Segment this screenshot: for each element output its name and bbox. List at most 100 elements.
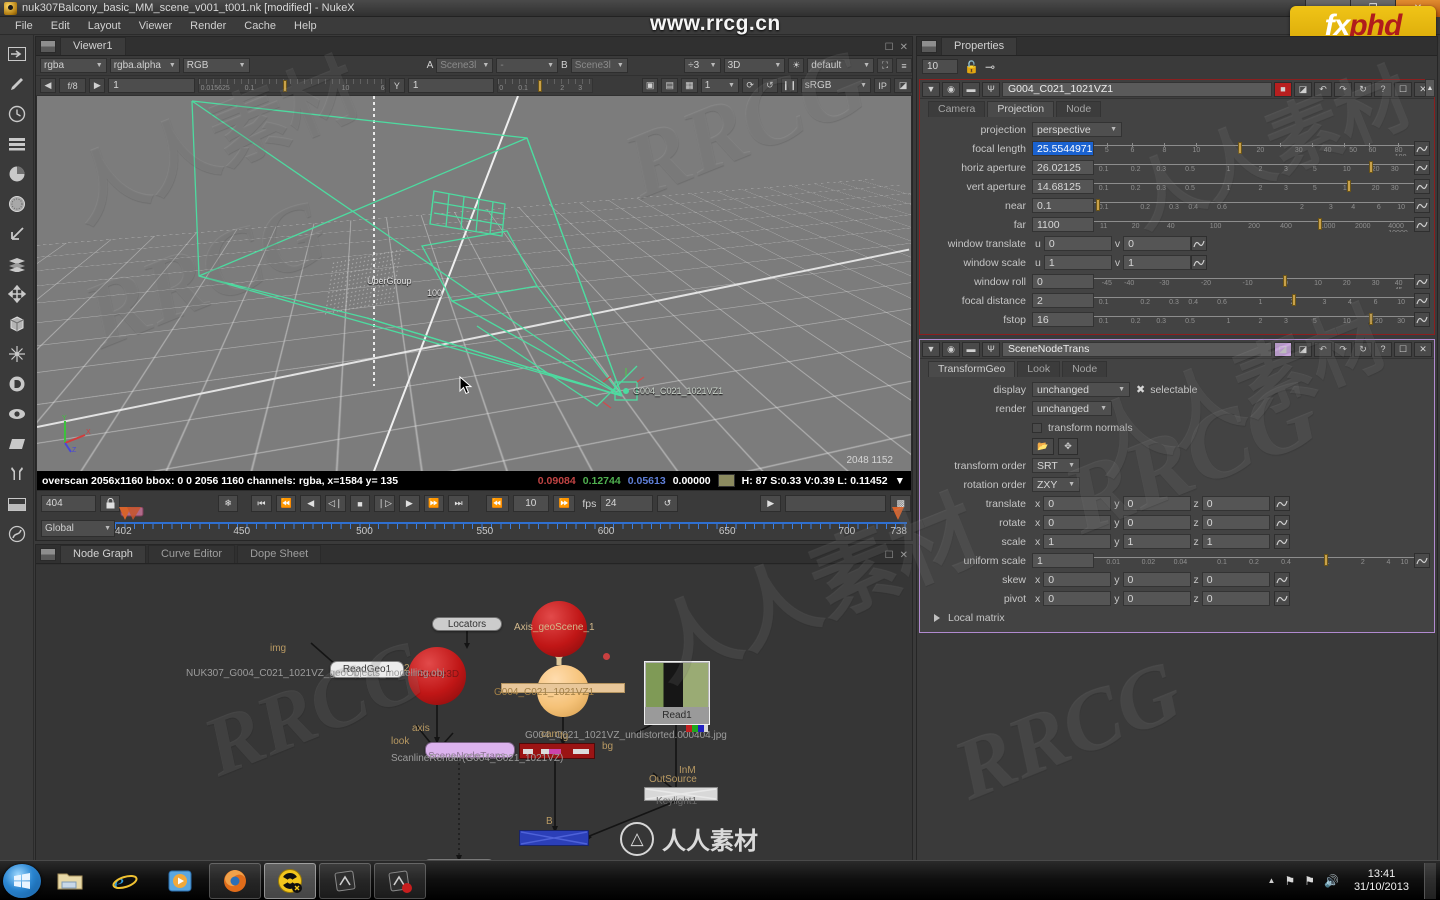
uniform-scale-input[interactable]: 1 — [1032, 553, 1094, 568]
revert-icon[interactable]: ↻ — [1354, 341, 1372, 357]
3d-icon[interactable] — [4, 311, 30, 337]
taskbar-firefox[interactable] — [209, 862, 261, 899]
menu-cache[interactable]: Cache — [235, 19, 285, 33]
window-translate-u-input[interactable]: 0 — [1043, 236, 1112, 251]
tab-look[interactable]: Look — [1017, 361, 1061, 377]
tab-dope-sheet[interactable]: Dope Sheet — [237, 545, 322, 563]
uniform-scale-slider[interactable]: 0.01 0.02 0.04 0.1 0.2 0.4 1 2 4 10 — [1094, 553, 1414, 568]
menu-layout[interactable]: Layout — [79, 19, 130, 33]
translate-y-input[interactable]: 0 — [1122, 496, 1191, 511]
views-icon[interactable] — [4, 401, 30, 427]
gamma-slider[interactable]: 0 0.1 2 3 4 — [497, 78, 594, 93]
skew-y-input[interactable]: 0 — [1122, 572, 1191, 587]
help-icon[interactable]: ? — [1374, 341, 1392, 357]
vert-aperture-slider[interactable]: 0.1 0.2 0.3 0.5 1 2 3 5 10 20 30 — [1094, 179, 1414, 194]
redo-icon[interactable]: ↷ — [1334, 81, 1352, 97]
mask-icon[interactable]: ◪ — [1294, 81, 1312, 97]
window-scale-v-input[interactable]: 1 — [1123, 255, 1192, 270]
viewer-mode-dropdown[interactable]: 3D ▼ — [723, 58, 786, 73]
near-animate-icon[interactable] — [1414, 198, 1430, 213]
current-frame-input[interactable]: 404 — [41, 495, 96, 512]
menu-file[interactable]: File — [6, 19, 42, 33]
skew-x-input[interactable]: 0 — [1043, 572, 1112, 587]
focal-distance-input[interactable]: 2 — [1032, 293, 1094, 308]
status-expand-icon[interactable]: ▼ — [895, 475, 905, 487]
rotation-order-dropdown[interactable]: ZXY ▼ — [1032, 477, 1080, 492]
gain-reset-icon[interactable]: ≡ — [896, 58, 912, 73]
taskbar-clock[interactable]: 13:41 31/10/2013 — [1348, 868, 1415, 894]
clear-properties-icon[interactable]: ⊸ — [985, 60, 995, 74]
stop-button[interactable]: ■ — [349, 495, 371, 512]
transform-icon[interactable] — [4, 281, 30, 307]
network-icon[interactable]: ⚑ — [1284, 874, 1295, 888]
fps-input[interactable]: 24 — [600, 495, 654, 512]
uniform-scale-animate-icon[interactable] — [1414, 553, 1430, 568]
pane-grip-icon[interactable] — [40, 40, 56, 53]
node-color-icon[interactable]: ▬ — [962, 341, 980, 357]
pause-icon[interactable]: ❙❙ — [781, 78, 798, 93]
display-dropdown[interactable]: RGB ▼ — [182, 58, 250, 73]
pivot-x-input[interactable]: 0 — [1043, 591, 1112, 606]
taskbar-explorer[interactable] — [44, 863, 96, 899]
panel-scroll-up-icon[interactable]: ▲ — [1425, 79, 1435, 97]
row-local-matrix[interactable]: Local matrix — [924, 608, 1430, 627]
channel-dropdown[interactable]: rgba.alpha ▼ — [109, 58, 180, 73]
keyer-icon[interactable] — [4, 221, 30, 247]
draw-icon[interactable] — [4, 71, 30, 97]
channel-icon[interactable] — [4, 131, 30, 157]
scale-z-input[interactable]: 1 — [1201, 534, 1270, 549]
expression-icon[interactable]: Ψ — [982, 81, 1000, 97]
merge-icon[interactable] — [4, 251, 30, 277]
taskbar-app-6[interactable] — [374, 862, 426, 899]
last-frame-button[interactable]: ⏭ — [448, 495, 469, 512]
skew-z-input[interactable]: 0 — [1201, 572, 1270, 587]
focal-length-slider[interactable]: 5 6 8 10 20 30 40 50 60 80 100 — [1094, 141, 1414, 156]
camera-node-name[interactable]: G004_C021_1021VZ1 — [1002, 81, 1272, 97]
taskbar-media-player[interactable] — [154, 863, 206, 899]
far-animate-icon[interactable] — [1414, 217, 1430, 232]
taskbar-app-5[interactable] — [319, 862, 371, 899]
step-back-button[interactable]: ◁❘ — [325, 495, 346, 512]
window-roll-input[interactable]: 0 — [1032, 274, 1094, 289]
far-input[interactable]: 1100 — [1032, 217, 1094, 232]
fstop-input[interactable]: 16 — [1032, 312, 1094, 327]
undo-icon[interactable]: ↶ — [1314, 341, 1332, 357]
close-pane-icon[interactable]: ✕ — [900, 42, 908, 53]
revert-icon[interactable]: ↻ — [1354, 81, 1372, 97]
near-slider[interactable]: 0.1 0.2 0.3 0.4 0.6 2 3 4 6 10 — [1094, 198, 1414, 213]
window-scale-animate-icon[interactable] — [1191, 255, 1208, 270]
timeline-playhead[interactable] — [117, 507, 147, 523]
gamma-toggle-button[interactable]: Y — [388, 78, 405, 93]
transform-order-dropdown[interactable]: SRT ▼ — [1032, 458, 1080, 473]
collapse-icon[interactable]: ▼ — [922, 341, 940, 357]
tab-transformgeo[interactable]: TransformGeo — [928, 361, 1016, 377]
close-panel-icon[interactable]: ✕ — [1414, 341, 1432, 357]
layer-dropdown[interactable]: rgba ▼ — [40, 58, 107, 73]
vert-aperture-animate-icon[interactable] — [1414, 179, 1430, 194]
menu-help[interactable]: Help — [285, 19, 326, 33]
disable-node-icon[interactable]: ■ — [1274, 81, 1292, 97]
gain-slider[interactable]: 0.015625 0.1 10 64 — [197, 78, 386, 93]
expression-icon[interactable]: Ψ — [982, 341, 1000, 357]
previous-key-button[interactable]: ⏪ — [275, 495, 297, 512]
ip-button[interactable]: IP — [873, 78, 892, 93]
tab-projection[interactable]: Projection — [987, 101, 1055, 117]
tab-node-2[interactable]: Node — [1062, 361, 1108, 377]
frame-step-forward-button[interactable]: ⏩ — [552, 495, 576, 512]
rotate-z-input[interactable]: 0 — [1201, 515, 1270, 530]
gain-decrease-button[interactable]: ◀ — [40, 78, 56, 93]
proxy-scale-dropdown[interactable]: 1 ▼ — [700, 78, 739, 93]
mask-icon[interactable]: ◪ — [1294, 341, 1312, 357]
scale-y-input[interactable]: 1 — [1122, 534, 1191, 549]
pick-color-icon[interactable]: ◉ — [942, 341, 960, 357]
tab-camera[interactable]: Camera — [928, 101, 986, 117]
scale-animate-icon[interactable] — [1273, 534, 1290, 549]
clone-region-icon[interactable]: ▤ — [661, 78, 679, 93]
show-hidden-icons-button[interactable]: ▲ — [1268, 876, 1276, 885]
step-forward-button[interactable]: ❘▷ — [374, 495, 395, 512]
skew-animate-icon[interactable] — [1273, 572, 1290, 587]
translate-animate-icon[interactable] — [1273, 496, 1290, 511]
render-dropdown[interactable]: unchanged ▼ — [1032, 401, 1112, 416]
translate-x-input[interactable]: 0 — [1043, 496, 1112, 511]
focal-distance-animate-icon[interactable] — [1414, 293, 1430, 308]
